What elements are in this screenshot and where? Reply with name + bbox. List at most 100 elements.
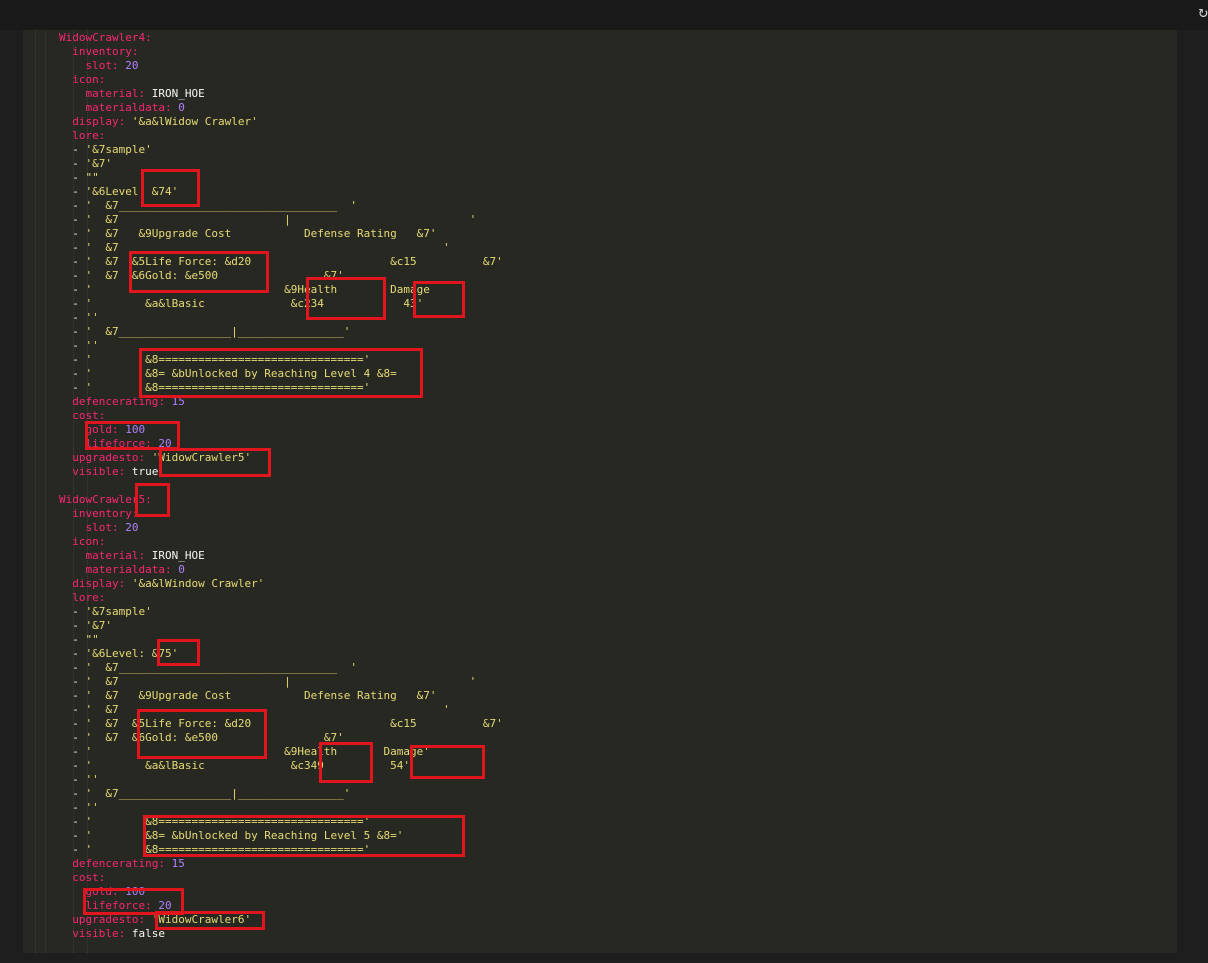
code-line[interactable]: lore: <box>59 591 503 605</box>
code-line[interactable] <box>59 479 503 493</box>
code-token: '&7' <box>85 619 113 632</box>
code-line[interactable]: - '&7sample' <box>59 605 503 619</box>
code-token: - <box>59 661 86 674</box>
code-token: - <box>59 381 86 394</box>
code-token: - <box>59 353 86 366</box>
code-line[interactable]: defencerating: 15 <box>59 857 503 871</box>
code-line[interactable]: - '&6Level: &74' <box>59 185 503 199</box>
code-line[interactable]: inventory: <box>59 45 503 59</box>
annotation-box <box>159 448 271 477</box>
code-token: - <box>59 339 86 352</box>
code-line[interactable]: cost: <box>59 871 503 885</box>
code-token: - <box>59 605 86 618</box>
code-text[interactable]: WidowCrawler4: inventory: slot: 20 icon:… <box>59 31 503 941</box>
code-token: - <box>59 689 86 702</box>
code-line[interactable]: lore: <box>59 129 503 143</box>
code-token: display: <box>72 115 126 128</box>
code-line[interactable]: upgradesto: 'WidowCrawler5' <box>59 451 503 465</box>
code-line[interactable]: - ' &7 ' <box>59 703 503 717</box>
code-line[interactable]: materialdata: 0 <box>59 563 503 577</box>
annotation-box <box>410 745 485 779</box>
code-line[interactable]: display: '&a&lWidow Crawler' <box>59 115 503 129</box>
code-line[interactable]: - ' &7 &5Life Force: &d20 &c15 &7' <box>59 717 503 731</box>
code-token: materialdata: <box>85 101 172 114</box>
code-line[interactable]: - ' &7 &9Upgrade Cost Defense Rating &7' <box>59 689 503 703</box>
annotation-box <box>155 911 265 930</box>
code-line[interactable]: - ' &7_________________________________ … <box>59 199 503 213</box>
code-token: ' &7 &9Upgrade Cost Defense Rating &7' <box>85 689 437 702</box>
code-token: ' &7_________________|________________' <box>85 325 351 338</box>
code-line[interactable]: WidowCrawler5: <box>59 493 503 507</box>
code-token: - <box>59 675 86 688</box>
code-token: slot: <box>85 521 119 534</box>
code-line[interactable]: - '&6Level: &75' <box>59 647 503 661</box>
code-token: - <box>59 143 86 156</box>
indent-guide <box>45 30 47 953</box>
code-line[interactable]: icon: <box>59 73 503 87</box>
code-line[interactable]: - ' &7 | ' <box>59 675 503 689</box>
code-token: - <box>59 213 86 226</box>
code-line[interactable]: - ' &7_________________________________ … <box>59 661 503 675</box>
code-token: WidowCrawler4: <box>59 31 152 44</box>
code-token: ' &7_________________________________ ' <box>85 661 358 674</box>
code-token: visible: <box>72 927 126 940</box>
code-token: materialdata: <box>85 563 172 576</box>
code-line[interactable]: - "" <box>59 633 503 647</box>
code-line[interactable]: WidowCrawler4: <box>59 31 503 45</box>
code-token: - <box>59 647 86 660</box>
code-token: - <box>59 325 86 338</box>
code-line[interactable]: inventory: <box>59 507 503 521</box>
code-token: - <box>59 773 86 786</box>
code-token: 15 <box>171 857 185 870</box>
annotation-box <box>141 169 200 207</box>
code-line[interactable]: upgradesto: 'WidowCrawler6' <box>59 913 503 927</box>
code-line[interactable]: - ' &7 | ' <box>59 213 503 227</box>
code-line[interactable]: display: '&a&lWindow Crawler' <box>59 577 503 591</box>
code-token: '' <box>85 801 99 814</box>
code-line[interactable]: - ' &7_________________|________________… <box>59 325 503 339</box>
code-token: '&a&lWindow Crawler' <box>125 577 265 590</box>
code-line[interactable]: materialdata: 0 <box>59 101 503 115</box>
code-line[interactable]: - ' &7_________________|________________… <box>59 787 503 801</box>
code-line[interactable]: - ' &7 ' <box>59 241 503 255</box>
code-line[interactable]: - '' <box>59 801 503 815</box>
code-line[interactable]: slot: 20 <box>59 59 503 73</box>
code-token: 0 <box>178 101 185 114</box>
annotation-box <box>139 348 423 398</box>
code-line[interactable]: visible: true <box>59 465 503 479</box>
code-token: - <box>59 171 86 184</box>
code-line[interactable]: icon: <box>59 535 503 549</box>
code-token: 20 <box>125 521 139 534</box>
code-line[interactable]: slot: 20 <box>59 521 503 535</box>
code-line[interactable]: - '&7' <box>59 157 503 171</box>
code-line[interactable]: - '&7sample' <box>59 143 503 157</box>
code-token: cost: <box>72 871 106 884</box>
code-line[interactable]: - '&7' <box>59 619 503 633</box>
code-token: - <box>59 633 86 646</box>
code-token: - <box>59 759 86 772</box>
code-line[interactable]: - ' &7 &6Gold: &e500 &7' <box>59 731 503 745</box>
code-line[interactable]: - ' &7 &5Life Force: &d20 &c15 &7' <box>59 255 503 269</box>
code-token: - <box>59 311 86 324</box>
refresh-icon[interactable]: ↻ <box>1198 2 1208 21</box>
code-token: upgradesto: <box>72 451 146 464</box>
code-line[interactable]: material: IRON_HOE <box>59 549 503 563</box>
code-token: ' &7 &9Upgrade Cost Defense Rating &7' <box>85 227 437 240</box>
code-line[interactable]: material: IRON_HOE <box>59 87 503 101</box>
code-line[interactable]: - ' &7 &9Upgrade Cost Defense Rating &7' <box>59 227 503 241</box>
code-line[interactable]: - "" <box>59 171 503 185</box>
code-line[interactable]: visible: false <box>59 927 503 941</box>
code-token: display: <box>72 577 126 590</box>
